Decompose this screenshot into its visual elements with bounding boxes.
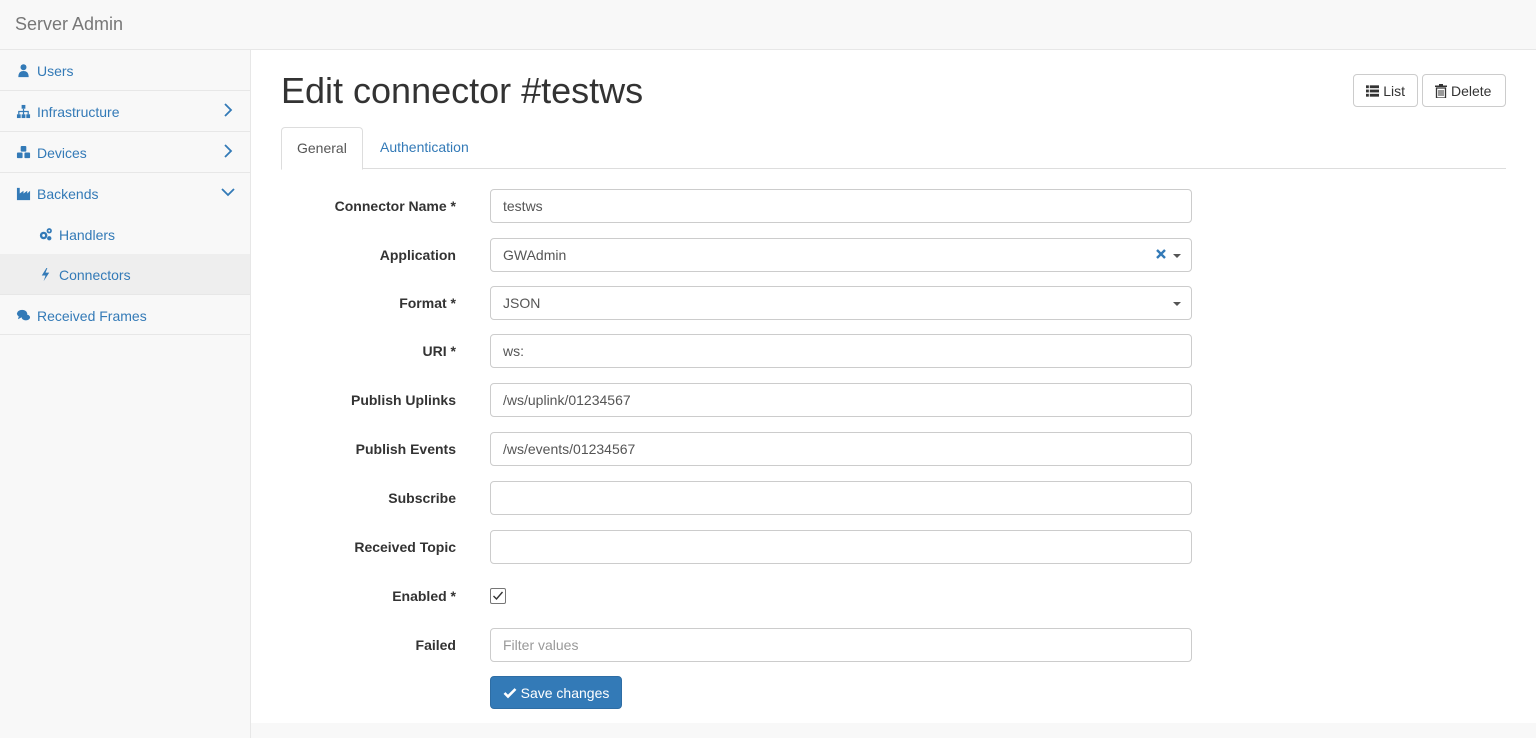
- application-value: GWAdmin: [503, 247, 567, 263]
- industry-icon: [16, 187, 31, 201]
- form-row-publish-uplinks: Publish Uplinks /ws/uplink/01234567: [281, 383, 1506, 417]
- form-row-connector-name: Connector Name * testws: [281, 189, 1506, 223]
- sidebar-item-received-frames[interactable]: Received Frames: [0, 294, 250, 335]
- form-row-failed: Failed Filter values: [281, 628, 1506, 662]
- sidebar-item-label: Connectors: [59, 267, 131, 283]
- delete-button[interactable]: Delete: [1422, 74, 1506, 107]
- form-row-format: Format * JSON: [281, 286, 1506, 320]
- publish-uplinks-label: Publish Uplinks: [350, 392, 456, 408]
- failed-filter-input[interactable]: Filter values: [490, 628, 1192, 662]
- user-icon: [18, 64, 29, 78]
- sidebar-item-backends[interactable]: Backends: [0, 173, 250, 214]
- sidebar-item-label: Handlers: [59, 227, 116, 243]
- navbar: Server Admin: [0, 0, 1536, 50]
- sidebar-item-connectors[interactable]: Connectors: [0, 254, 250, 294]
- sitemap-icon: [16, 104, 31, 119]
- subscribe-label: Subscribe: [388, 490, 456, 506]
- enabled-checkbox[interactable]: [490, 588, 506, 604]
- format-label: Format *: [399, 295, 456, 311]
- publish-uplinks-input[interactable]: /ws/uplink/01234567: [490, 383, 1192, 417]
- sidebar-item-label: Users: [37, 63, 74, 79]
- form-row-enabled: Enabled *: [281, 579, 1506, 613]
- comments-icon: [16, 309, 31, 321]
- list-button[interactable]: List: [1353, 74, 1418, 107]
- failed-label: Failed: [415, 637, 456, 653]
- list-button-label: List: [1383, 82, 1405, 99]
- subscribe-input[interactable]: [490, 481, 1192, 515]
- sidebar-item-label: Infrastructure: [37, 104, 120, 120]
- list-icon: [1366, 84, 1380, 97]
- cogs-icon: [39, 228, 52, 241]
- save-button-label: Save changes: [520, 684, 610, 701]
- received-topic-label: Received Topic: [354, 539, 456, 555]
- bolt-icon: [41, 267, 50, 282]
- caret-down-icon: [1173, 254, 1181, 258]
- check-icon: [493, 591, 504, 601]
- cubes-icon: [16, 145, 31, 159]
- sidebar-item-label: Backends: [37, 186, 99, 202]
- tab-bar: General Authentication: [281, 127, 1506, 170]
- form-row-subscribe: Subscribe: [281, 481, 1506, 515]
- chevron-right-icon: [224, 144, 233, 158]
- uri-label: URI *: [422, 343, 456, 359]
- enabled-label: Enabled *: [392, 588, 456, 604]
- connector-name-input[interactable]: testws: [490, 189, 1192, 223]
- sidebar-item-label: Devices: [37, 145, 87, 161]
- check-icon: [503, 687, 517, 698]
- application-select[interactable]: GWAdmin: [490, 238, 1192, 272]
- form-row-received-topic: Received Topic: [281, 530, 1506, 564]
- form-row-uri: URI * ws:: [281, 334, 1506, 368]
- form-row-publish-events: Publish Events /ws/events/01234567: [281, 432, 1506, 466]
- connector-name-label: Connector Name *: [334, 198, 456, 214]
- sidebar-item-users[interactable]: Users: [0, 50, 250, 91]
- sidebar-item-devices[interactable]: Devices: [0, 132, 250, 173]
- brand-link[interactable]: Server Admin: [15, 14, 123, 35]
- save-button[interactable]: Save changes: [490, 676, 622, 709]
- format-select[interactable]: JSON: [490, 286, 1192, 320]
- trash-icon: [1435, 83, 1447, 98]
- sidebar-item-handlers[interactable]: Handlers: [0, 214, 250, 254]
- application-label: Application: [379, 247, 456, 263]
- form-row-application: Application GWAdmin: [281, 238, 1506, 272]
- format-value: JSON: [503, 295, 541, 311]
- tab-general[interactable]: General: [281, 127, 363, 170]
- delete-button-label: Delete: [1451, 82, 1492, 99]
- publish-events-label: Publish Events: [355, 441, 456, 457]
- chevron-down-icon: [221, 188, 235, 197]
- sidebar: Users Infrastructure Devices Backends Ha…: [0, 50, 251, 738]
- publish-events-input[interactable]: /ws/events/01234567: [490, 432, 1192, 466]
- clear-icon[interactable]: [1155, 248, 1167, 260]
- received-topic-input[interactable]: [490, 530, 1192, 564]
- sidebar-item-label: Received Frames: [37, 308, 147, 324]
- sidebar-item-infrastructure[interactable]: Infrastructure: [0, 91, 250, 132]
- caret-down-icon: [1173, 302, 1181, 306]
- chevron-right-icon: [224, 103, 233, 117]
- uri-input[interactable]: ws:: [490, 334, 1192, 368]
- tab-authentication[interactable]: Authentication: [365, 127, 484, 169]
- page-title: Edit connector #testws: [281, 70, 644, 111]
- main-content: Edit connector #testws List Delete Gener…: [251, 50, 1536, 723]
